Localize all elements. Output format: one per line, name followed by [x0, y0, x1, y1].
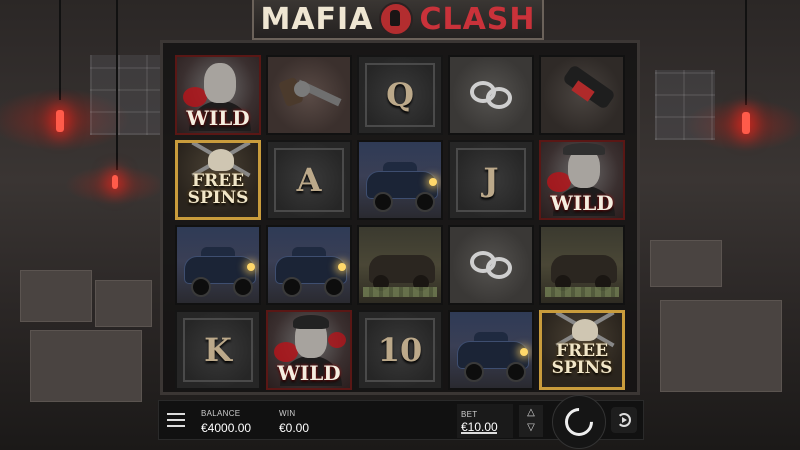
- symbol-vintage-car: [266, 225, 352, 305]
- crate: [660, 300, 782, 392]
- logo-text-right: CLASH: [419, 1, 536, 37]
- letter-j: J: [483, 161, 499, 199]
- letter-k: K: [204, 331, 232, 369]
- spin-icon: [559, 402, 599, 442]
- autoplay-button[interactable]: [611, 407, 637, 433]
- symbol-ten: 10: [357, 310, 443, 390]
- symbol-vintage-car: [357, 140, 443, 220]
- wheel: [373, 192, 393, 212]
- wheel: [233, 277, 253, 297]
- headlight: [247, 263, 255, 271]
- lamp-wire: [116, 0, 118, 170]
- handcuff-ring: [486, 87, 512, 109]
- wheel: [324, 277, 344, 297]
- wheel: [415, 192, 435, 212]
- balance-label: BALANCE: [201, 409, 241, 418]
- symbol-wild: WILD: [539, 140, 625, 220]
- mobster-hair: [293, 315, 329, 329]
- symbol-whiskey-bottle: [539, 55, 625, 135]
- lamp-wire: [745, 0, 747, 105]
- headlight: [338, 263, 346, 271]
- logo-text-left: MAFIA: [260, 1, 374, 37]
- symbol-handcuffs: [448, 225, 534, 305]
- symbol-wrecked-car-cash: [539, 225, 625, 305]
- symbol-wrecked-car-cash: [357, 225, 443, 305]
- background-window: [655, 70, 715, 140]
- wild-label: WILD: [550, 191, 614, 215]
- symbol-letter-a: A: [266, 140, 352, 220]
- flat-cap-icon: [563, 143, 605, 155]
- hamburger-menu-icon[interactable]: [167, 413, 185, 427]
- wild-label: WILD: [277, 361, 341, 385]
- blood-splatter: [328, 332, 346, 348]
- reels-frame: WILD FREE SPINS K A WILD Q 10 J WILD FRE…: [160, 40, 640, 395]
- cash-pile: [363, 287, 437, 297]
- symbol-handcuffs: [448, 55, 534, 135]
- autoplay-icon: [617, 413, 631, 427]
- letter-q: Q: [386, 76, 414, 114]
- free-label-line2: SPINS: [187, 188, 249, 208]
- wheel: [191, 277, 211, 297]
- crate: [650, 240, 722, 287]
- red-lamp: [742, 112, 750, 134]
- bet-decrease-icon[interactable]: ▽: [519, 420, 543, 435]
- symbol-free-spins: FREE SPINS: [539, 310, 625, 390]
- symbol-free-spins: FREE SPINS: [175, 140, 261, 220]
- wheel: [506, 362, 526, 382]
- headlight: [520, 348, 528, 356]
- red-lamp: [56, 110, 64, 132]
- win-value: €0.00: [279, 421, 310, 435]
- balance-value: €4000.00: [201, 421, 252, 435]
- number-ten: 10: [377, 331, 423, 369]
- symbol-wild: WILD: [266, 310, 352, 390]
- handcuff-ring: [486, 257, 512, 279]
- cash-pile: [545, 287, 619, 297]
- skull-icon: [208, 149, 234, 171]
- bet-label: BET: [461, 410, 478, 419]
- wild-label: WILD: [186, 106, 250, 130]
- crate: [95, 280, 152, 327]
- skull-icon: [572, 319, 598, 341]
- wheel: [464, 362, 484, 382]
- spin-button[interactable]: [552, 395, 606, 449]
- bet-increase-icon[interactable]: △: [519, 405, 543, 420]
- wheel: [282, 277, 302, 297]
- symbol-letter-j: J: [448, 140, 534, 220]
- free-spins-label: FREE SPINS: [180, 173, 256, 207]
- free-label-line2: SPINS: [551, 358, 613, 378]
- background-window: [90, 55, 160, 135]
- lamp-wire: [59, 0, 61, 100]
- letter-a: A: [296, 161, 322, 199]
- symbol-letter-q: Q: [357, 55, 443, 135]
- win-label: WIN: [279, 409, 296, 418]
- symbol-vintage-car: [175, 225, 261, 305]
- symbol-revolver: [266, 55, 352, 135]
- crate: [30, 330, 142, 402]
- revolver-icon: [294, 81, 310, 97]
- control-bar: BALANCE €4000.00 WIN €0.00 BET €10.00 △ …: [158, 395, 644, 449]
- headlight: [429, 178, 437, 186]
- mobster-emblem-icon: [379, 2, 414, 36]
- bet-display[interactable]: BET €10.00: [457, 404, 513, 438]
- symbol-vintage-car: [448, 310, 534, 390]
- bet-adjust: △ ▽: [519, 405, 543, 437]
- mobster-face-icon: [204, 63, 236, 103]
- game-logo: MAFIA CLASH: [252, 0, 544, 40]
- free-spins-label: FREE SPINS: [544, 343, 620, 377]
- symbol-wild: WILD: [175, 55, 261, 135]
- red-lamp: [112, 175, 118, 189]
- bet-underline: [461, 432, 497, 434]
- crate: [20, 270, 92, 322]
- symbol-letter-k: K: [175, 310, 261, 390]
